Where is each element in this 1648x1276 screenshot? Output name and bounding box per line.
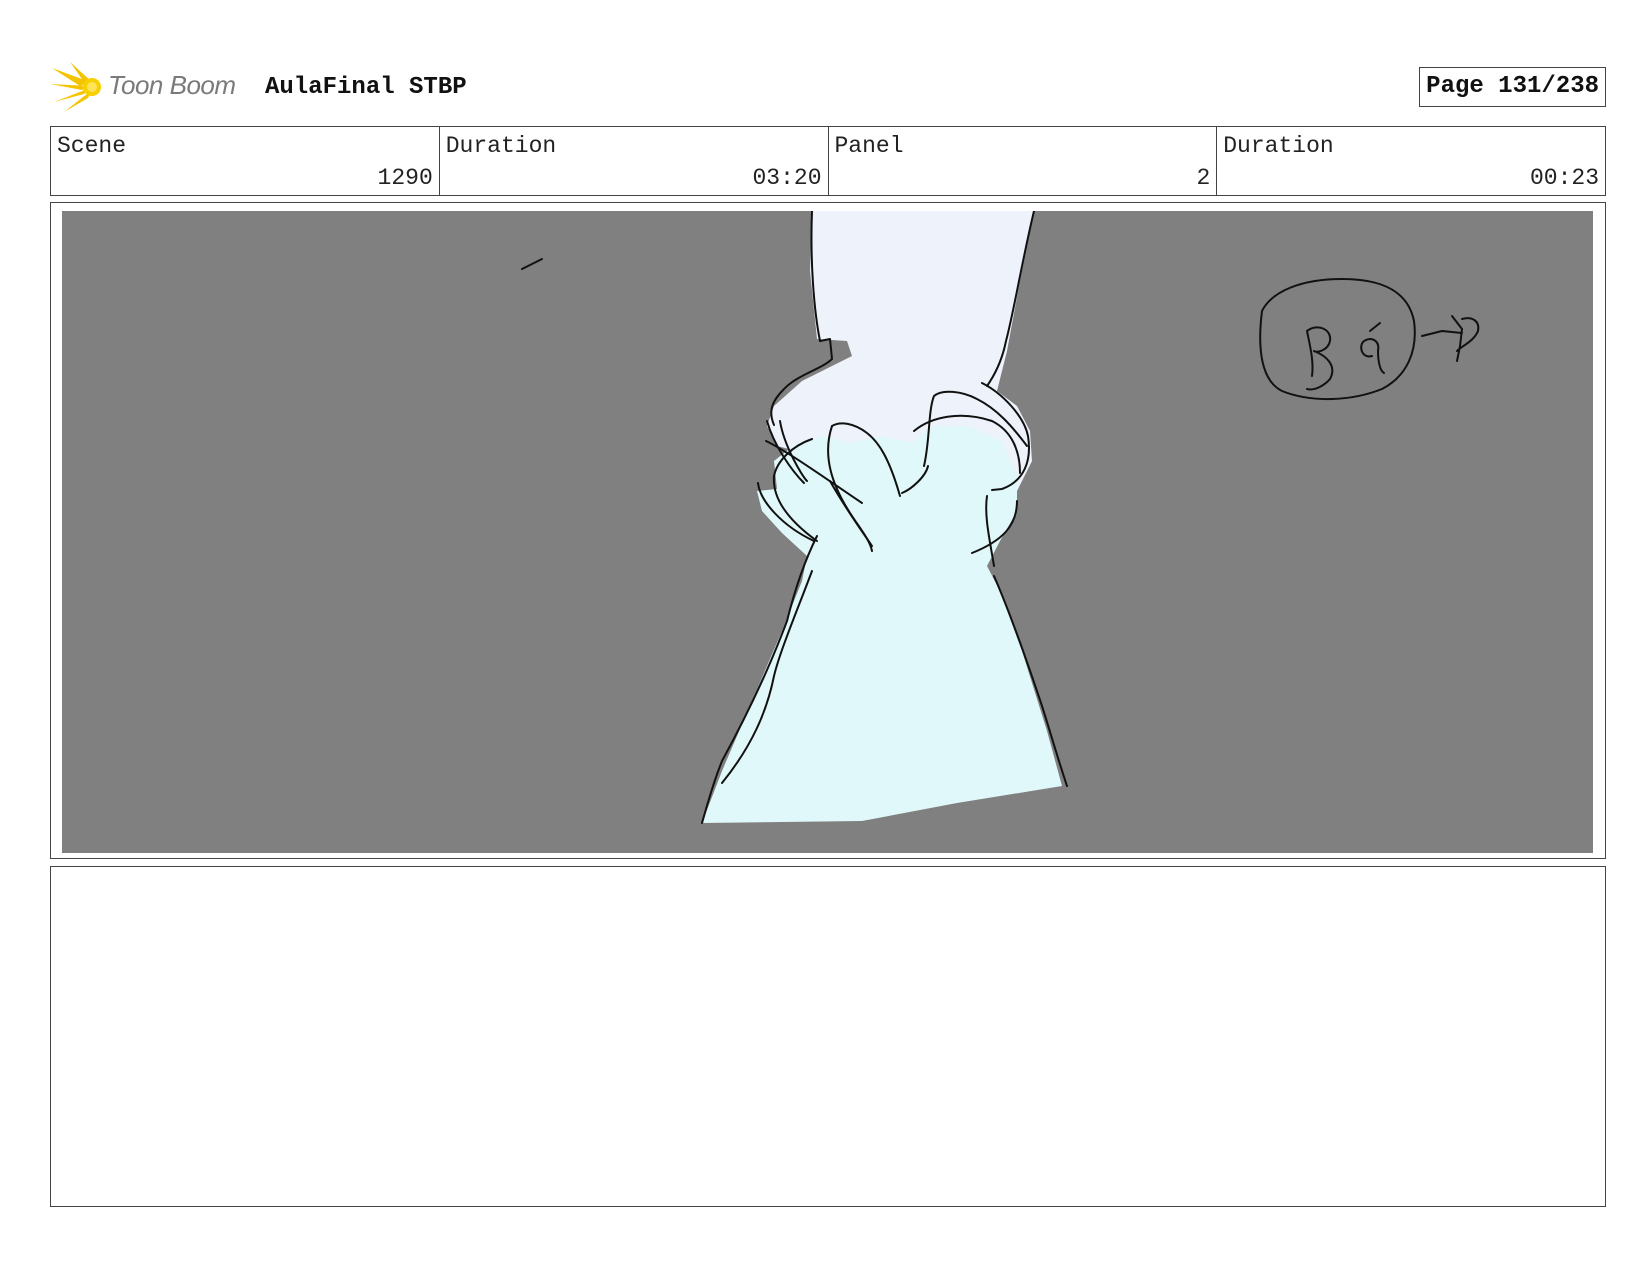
scene-label: Scene <box>57 133 127 159</box>
panel-duration-cell: Duration 00:23 <box>1216 127 1605 195</box>
storyboard-panel-frame: BG <box>50 202 1606 859</box>
starburst-logo-icon <box>50 62 101 112</box>
scene-duration-label: Duration <box>445 133 557 159</box>
panel-notes-area[interactable] <box>50 866 1606 1207</box>
scene-value: 1290 <box>377 165 433 191</box>
page-header: Toon Boom AulaFinal STBP Page 131/238 <box>50 60 1606 112</box>
project-title: AulaFinal STBP <box>265 74 467 101</box>
panel-duration-label: Duration <box>1223 133 1334 159</box>
toon-boom-logo: Toon Boom <box>50 60 250 112</box>
logo-wordmark: Toon Boom <box>108 70 236 100</box>
panel-duration-value: 00:23 <box>1529 165 1599 191</box>
scene-duration-cell: Duration 03:20 <box>438 127 828 195</box>
scene-info-table: Scene 1290 Duration 03:20 Panel 2 Durati… <box>50 126 1606 196</box>
scene-cell: Scene 1290 <box>51 127 439 195</box>
panel-label: Panel <box>834 133 904 159</box>
scene-duration-value: 03:20 <box>752 165 822 191</box>
page-indicator: Page 131/238 <box>1419 67 1606 107</box>
panel-sketch: BG <box>521 211 1480 824</box>
panel-drawing: BG <box>62 211 1593 853</box>
panel-value: 2 <box>1196 165 1211 191</box>
panel-cell: Panel 2 <box>827 127 1217 195</box>
